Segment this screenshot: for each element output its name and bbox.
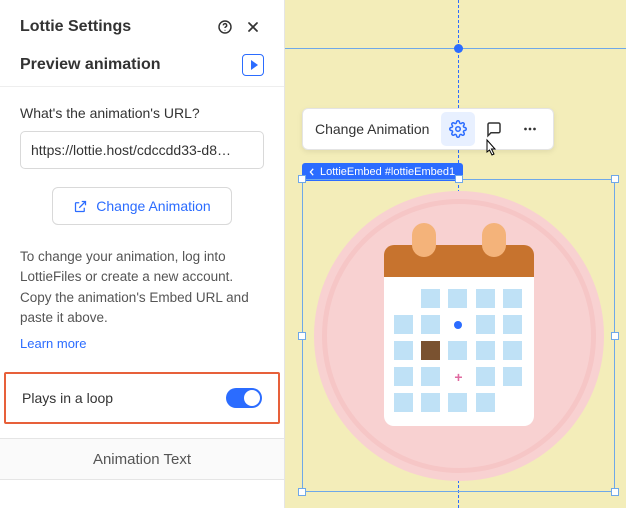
close-icon[interactable] (242, 16, 264, 38)
comment-icon (485, 120, 503, 138)
preview-label: Preview animation (20, 56, 242, 74)
change-animation-label: Change Animation (96, 198, 210, 214)
play-icon[interactable] (242, 54, 264, 76)
lottie-settings-panel: Lottie Settings Preview animation What's… (0, 0, 285, 508)
more-button[interactable] (513, 112, 547, 146)
panel-header: Lottie Settings (0, 0, 284, 50)
loop-toggle[interactable] (226, 388, 262, 408)
calendar-graphic: + (384, 245, 534, 426)
lottie-preview: + (303, 180, 614, 491)
context-toolbar: Change Animation (302, 108, 554, 150)
url-field-label: What's the animation's URL? (20, 105, 264, 121)
settings-button[interactable] (441, 112, 475, 146)
animation-text-tab[interactable]: Animation Text (0, 438, 284, 480)
external-link-icon (73, 199, 88, 214)
guide-handle[interactable] (454, 44, 463, 53)
preview-animation-row[interactable]: Preview animation (0, 50, 284, 87)
chevron-left-icon (308, 168, 316, 176)
comment-button[interactable] (477, 112, 511, 146)
learn-more-link[interactable]: Learn more (20, 334, 86, 354)
change-animation-button[interactable]: Change Animation (52, 187, 232, 225)
help-text: To change your animation, log into Lotti… (0, 225, 284, 354)
toolbar-change-animation[interactable]: Change Animation (315, 121, 439, 137)
more-icon (521, 120, 539, 138)
selection-box[interactable]: + (302, 179, 615, 492)
animation-url-input[interactable] (20, 131, 264, 169)
plays-in-loop-row: Plays in a loop (4, 372, 280, 424)
help-icon[interactable] (214, 16, 236, 38)
loop-label: Plays in a loop (22, 390, 226, 406)
gear-icon (449, 120, 467, 138)
panel-title: Lottie Settings (20, 18, 214, 36)
editor-canvas[interactable]: Change Animation LottieEmbed #lottieEmbe… (285, 0, 626, 508)
